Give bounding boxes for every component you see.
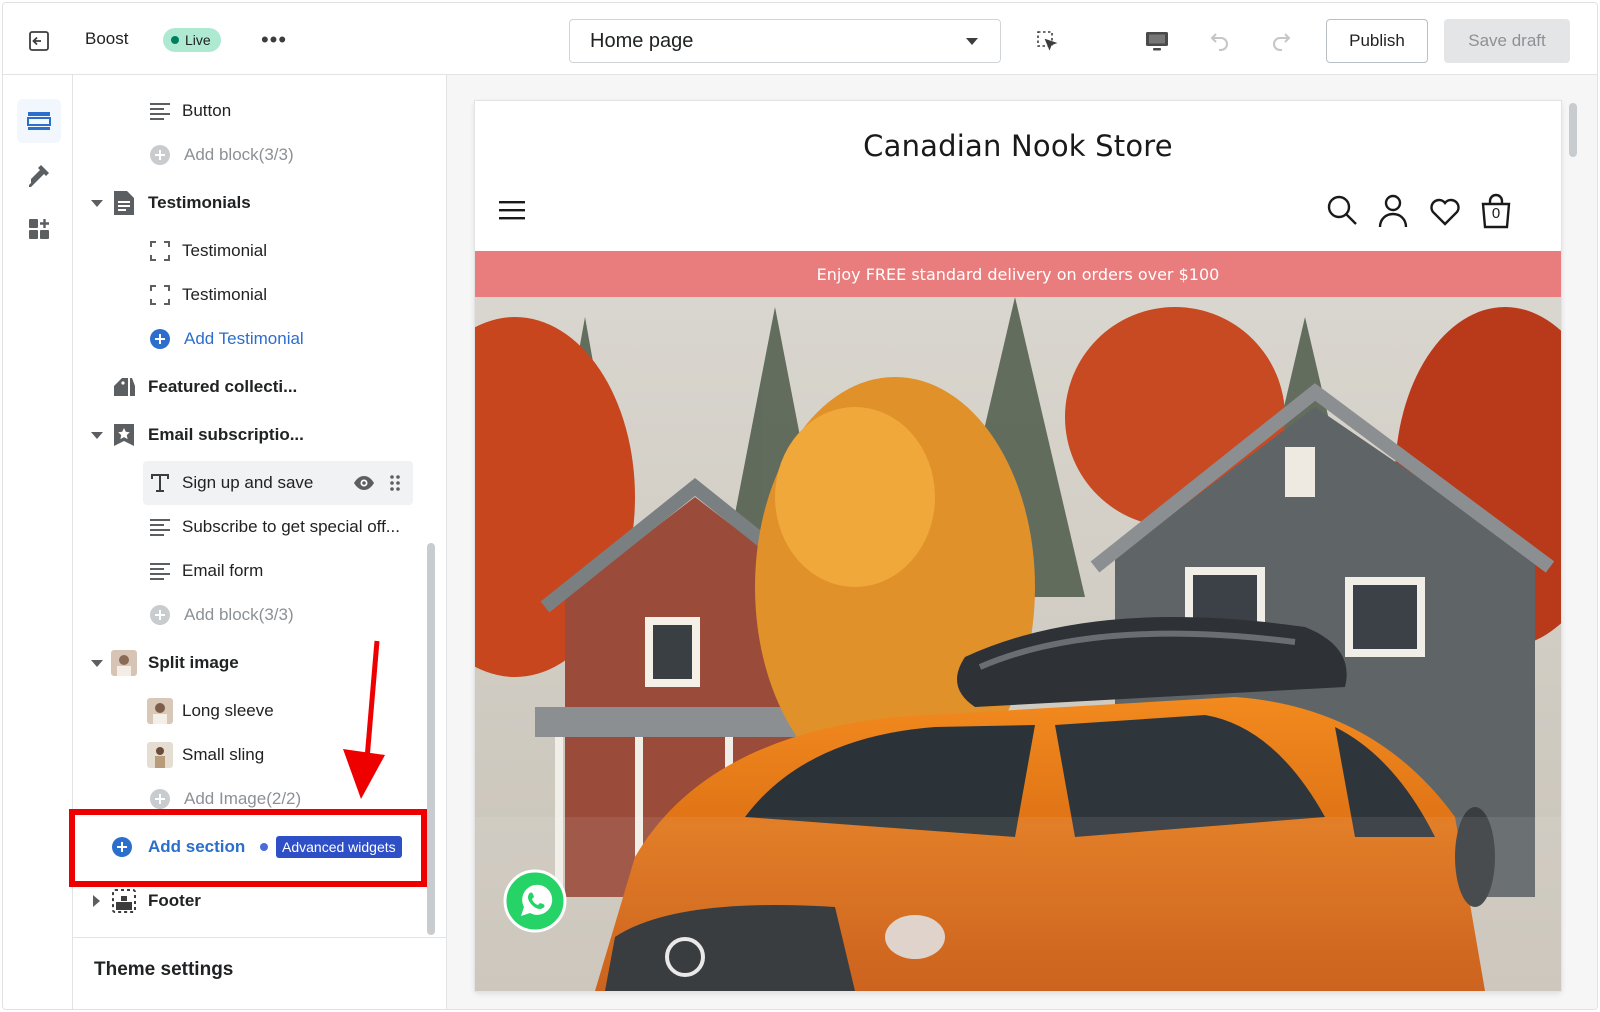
plus-circle-icon [147, 602, 173, 628]
block-label: Button [182, 101, 232, 120]
add-block-label: Add block(3/3) [184, 605, 294, 624]
text-lines-icon [147, 514, 173, 540]
block-row-subscribe-text[interactable]: Subscribe to get special off... [73, 505, 446, 549]
live-status-badge: Live [163, 28, 221, 52]
top-bar: Boost Live ••• Home page Publish Save dr… [3, 3, 1597, 75]
eye-icon[interactable] [353, 474, 375, 497]
block-row-button[interactable]: Button [73, 89, 446, 133]
publish-button[interactable]: Publish [1326, 19, 1428, 63]
block-label: Testimonial [182, 241, 268, 260]
store-title[interactable]: Canadian Nook Store [475, 129, 1561, 163]
drag-handle-icon[interactable] [389, 474, 401, 497]
text-t-icon [147, 470, 173, 496]
announcement-bar[interactable]: Enjoy FREE standard delivery on orders o… [475, 251, 1561, 297]
block-label: Small sling [182, 745, 265, 764]
account-icon[interactable] [1377, 193, 1409, 234]
image-thumb-icon [147, 698, 173, 724]
live-dot-icon [171, 36, 179, 44]
block-row-testimonial[interactable]: Testimonial [73, 229, 446, 273]
star-bookmark-icon [111, 422, 137, 448]
sections-icon[interactable] [17, 99, 61, 143]
wishlist-icon[interactable] [1429, 197, 1461, 232]
document-icon [111, 190, 137, 216]
block-label: Subscribe to get special off... [182, 517, 400, 536]
undo-icon[interactable] [1204, 25, 1236, 57]
more-actions-button[interactable]: ••• [259, 27, 289, 53]
plus-circle-icon [147, 326, 173, 352]
cart-count: 0 [1491, 205, 1501, 222]
block-row-testimonial[interactable]: Testimonial [73, 273, 446, 317]
theme-editor-window: Boost Live ••• Home page Publish Save dr… [2, 2, 1598, 1010]
preview-scrollbar[interactable] [1569, 103, 1577, 157]
tags-icon [111, 374, 137, 400]
red-arrow-icon [343, 640, 385, 799]
section-row-email-subscription[interactable]: Email subscriptio... [73, 413, 446, 457]
block-label: Sign up and save [182, 473, 314, 492]
exit-icon[interactable] [23, 25, 55, 57]
add-testimonial-row[interactable]: Add Testimonial [73, 317, 446, 361]
cart-icon[interactable]: 0 [1479, 193, 1513, 234]
store-app-name: Boost [85, 29, 129, 48]
image-thumb-icon [147, 742, 173, 768]
desktop-icon[interactable] [1141, 25, 1173, 57]
theme-settings-link[interactable]: Theme settings [94, 959, 233, 981]
redo-icon[interactable] [1265, 25, 1297, 57]
apps-icon[interactable] [17, 207, 61, 251]
block-label: Email form [182, 561, 264, 580]
highlight-box [69, 809, 427, 887]
page-selector-value: Home page [590, 29, 694, 52]
add-block-row[interactable]: Add block(3/3) [73, 593, 446, 637]
left-rail [3, 75, 73, 1009]
image-thumb-icon [111, 650, 137, 676]
plus-circle-icon [147, 142, 173, 168]
chevron-down-icon[interactable] [91, 660, 103, 667]
text-lines-icon [147, 98, 173, 124]
add-block-row[interactable]: Add block(3/3) [73, 133, 446, 177]
chevron-right-icon[interactable] [93, 895, 100, 907]
add-image-label: Add Image(2/2) [184, 789, 302, 808]
block-label: Long sleeve [182, 701, 274, 720]
theme-settings-icon[interactable] [17, 153, 61, 197]
inspect-icon[interactable] [1031, 25, 1063, 57]
text-lines-icon [147, 558, 173, 584]
section-row-featured-collection[interactable]: Featured collecti... [73, 365, 446, 409]
add-block-label: Add block(3/3) [184, 145, 294, 164]
section-label: Featured collecti... [148, 377, 298, 396]
store-preview: Canadian Nook Store 0 Enjoy FREE standar… [475, 101, 1561, 991]
block-label: Testimonial [182, 285, 268, 304]
menu-icon[interactable] [499, 199, 525, 226]
block-row-email-form[interactable]: Email form [73, 549, 446, 593]
section-row-testimonials[interactable]: Testimonials [73, 181, 446, 225]
section-label: Testimonials [148, 193, 251, 212]
whatsapp-icon[interactable] [503, 869, 567, 938]
frame-icon [147, 282, 173, 308]
panel-scrollbar[interactable] [427, 543, 435, 935]
search-icon[interactable] [1325, 193, 1359, 232]
section-label: Footer [148, 891, 201, 910]
hero-image[interactable] [475, 297, 1561, 991]
footer-icon [111, 888, 137, 914]
page-selector[interactable]: Home page [569, 19, 1001, 63]
block-row-sign-up-and-save[interactable]: Sign up and save [143, 461, 413, 505]
frame-icon [147, 238, 173, 264]
save-draft-button[interactable]: Save draft [1444, 19, 1570, 63]
section-label: Email subscriptio... [148, 425, 304, 444]
chevron-down-icon[interactable] [91, 432, 103, 439]
panel-divider [73, 937, 446, 938]
hero-illustration [475, 297, 1561, 991]
live-badge-label: Live [185, 32, 211, 48]
add-testimonial-label: Add Testimonial [184, 329, 304, 348]
section-label: Split image [148, 653, 239, 672]
chevron-down-icon [966, 38, 978, 45]
chevron-down-icon[interactable] [91, 200, 103, 207]
